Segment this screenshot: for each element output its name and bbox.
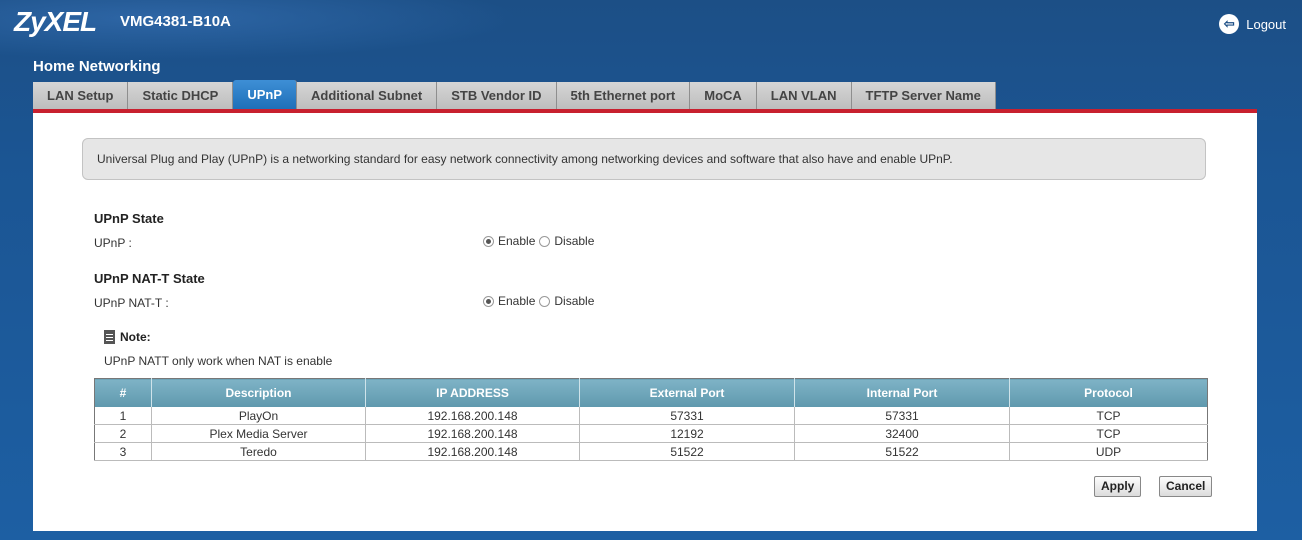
tab-5th-ethernet-port[interactable]: 5th Ethernet port (556, 82, 691, 109)
brand-logo: ZyXEL (14, 6, 97, 37)
col-external-port-header: External Port (579, 378, 795, 407)
upnp-enable-label: Enable (498, 234, 536, 248)
tab-moca[interactable]: MoCA (690, 82, 757, 109)
tab-lan-setup[interactable]: LAN Setup (33, 82, 129, 109)
logout-label: Logout (1246, 16, 1286, 32)
col-internal-port-header: Internal Port (794, 378, 1010, 407)
upnp-disable-label: Disable (554, 234, 595, 248)
col-protocol-header: Protocol (1009, 378, 1208, 407)
natt-enable-option[interactable]: Enable (483, 294, 535, 308)
tab-tftp-server-name[interactable]: TFTP Server Name (851, 82, 996, 109)
note-text: UPnP NATT only work when NAT is enable (104, 354, 333, 368)
upnp-label: UPnP : (94, 236, 132, 250)
table-header-row: # Description IP ADDRESS External Port I… (94, 378, 1208, 407)
upnp-disable-option[interactable]: Disable (539, 234, 594, 248)
natt-disable-radio[interactable] (539, 295, 551, 307)
tab-lan-vlan[interactable]: LAN VLAN (756, 82, 852, 109)
logout-button[interactable]: ⇦ Logout (1219, 14, 1286, 34)
cell-internal-port: 51522 (794, 442, 1010, 461)
cell-description: PlayOn (151, 407, 366, 425)
note-icon (104, 330, 115, 344)
cell-protocol: UDP (1009, 442, 1208, 461)
cell-ip: 192.168.200.148 (365, 442, 580, 461)
natt-enable-label: Enable (498, 294, 536, 308)
note-heading: Note: (104, 330, 151, 344)
tab-static-dhcp[interactable]: Static DHCP (128, 82, 234, 109)
cell-protocol: TCP (1009, 407, 1208, 425)
logout-icon: ⇦ (1219, 14, 1240, 34)
cell-ip: 192.168.200.148 (365, 407, 580, 425)
upnp-state-heading: UPnP State (94, 211, 164, 226)
natt-disable-label: Disable (554, 294, 595, 308)
table-row: 3 Teredo 192.168.200.148 51522 51522 UDP (94, 442, 1208, 461)
table-row: 1 PlayOn 192.168.200.148 57331 57331 TCP (94, 407, 1208, 425)
natt-disable-option[interactable]: Disable (539, 294, 594, 308)
cell-internal-port: 57331 (794, 407, 1010, 425)
cell-ip: 192.168.200.148 (365, 424, 580, 443)
tab-stb-vendor-id[interactable]: STB Vendor ID (437, 82, 557, 109)
apply-button[interactable]: Apply (1094, 476, 1142, 497)
table-row: 2 Plex Media Server 192.168.200.148 1219… (94, 424, 1208, 443)
tab-upnp[interactable]: UPnP (233, 80, 297, 109)
tab-additional-subnet[interactable]: Additional Subnet (296, 82, 438, 109)
upnp-radio-group: Enable Disable (483, 234, 598, 248)
natt-state-heading: UPnP NAT-T State (94, 271, 205, 286)
note-title: Note: (120, 330, 151, 344)
col-index-header: # (94, 378, 152, 407)
upnp-disable-radio[interactable] (539, 235, 551, 247)
content-panel: Universal Plug and Play (UPnP) is a netw… (33, 109, 1257, 531)
tab-bar: LAN Setup Static DHCP UPnP Additional Su… (33, 80, 996, 109)
natt-enable-radio[interactable] (483, 295, 494, 307)
page-title: Home Networking (33, 58, 161, 75)
natt-label: UPnP NAT-T : (94, 296, 169, 310)
natt-radio-group: Enable Disable (483, 294, 598, 308)
cancel-button[interactable]: Cancel (1159, 476, 1213, 497)
upnp-table: # Description IP ADDRESS External Port I… (94, 378, 1208, 461)
cell-internal-port: 32400 (794, 424, 1010, 443)
cell-description: Teredo (151, 442, 366, 461)
cell-external-port: 12192 (579, 424, 795, 443)
cell-index: 3 (94, 442, 152, 461)
cell-description: Plex Media Server (151, 424, 366, 443)
device-model: VMG4381-B10A (120, 13, 231, 30)
col-description-header: Description (151, 378, 366, 407)
cell-index: 2 (94, 424, 152, 443)
upnp-enable-option[interactable]: Enable (483, 234, 535, 248)
col-ip-header: IP ADDRESS (365, 378, 580, 407)
upnp-enable-radio[interactable] (483, 235, 494, 247)
cell-external-port: 57331 (579, 407, 795, 425)
cell-index: 1 (94, 407, 152, 425)
info-box: Universal Plug and Play (UPnP) is a netw… (82, 138, 1206, 180)
cell-protocol: TCP (1009, 424, 1208, 443)
cell-external-port: 51522 (579, 442, 795, 461)
